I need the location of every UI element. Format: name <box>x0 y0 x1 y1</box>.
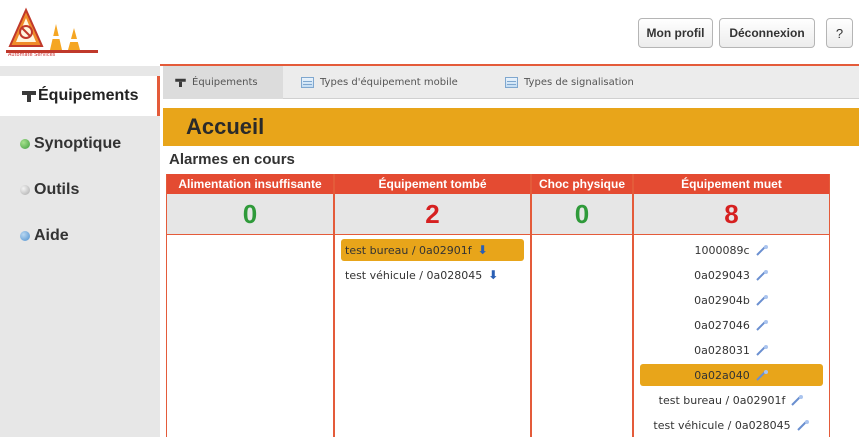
green-dot-icon <box>20 139 30 149</box>
column-header: Alimentation insuffisante <box>167 174 333 194</box>
alarms-heading: Alarmes en cours <box>169 151 295 168</box>
alarm-item-label: test bureau / 0a02901f <box>345 243 472 257</box>
alarm-item[interactable]: test bureau / 0a02901f ⬇ <box>341 239 524 261</box>
alarm-item-label: test véhicule / 0a028045 <box>345 268 483 282</box>
alarm-column-equipement-muet: Équipement muet 8 1000089c 0a029043 0a02… <box>633 174 830 437</box>
signal-muted-icon <box>755 245 768 256</box>
alarm-item-label: 0a02a040 <box>694 368 750 382</box>
signal-muted-icon <box>756 295 768 306</box>
top-bar: Automate Services Mon profil Déconnexion… <box>0 0 859 66</box>
sidebar-item-label: Équipements <box>38 87 139 104</box>
grey-dot-icon <box>20 185 30 195</box>
alarm-item-label: test bureau / 0a02901f <box>658 393 786 407</box>
alarm-column-alimentation: Alimentation insuffisante 0 <box>166 174 334 437</box>
alarm-item[interactable]: 0a02a040 <box>640 364 823 386</box>
page-title: Accueil <box>186 114 265 139</box>
sidebar-item-outils[interactable]: Outils <box>0 170 160 210</box>
tab-equipements[interactable]: Équipements <box>163 66 283 99</box>
tab-types-equipement-mobile[interactable]: Types d'équipement mobile <box>301 66 458 99</box>
signal-muted-icon <box>791 395 804 406</box>
alarm-item[interactable]: 0a027046 <box>640 314 823 336</box>
column-header: Équipement muet <box>634 174 829 194</box>
blue-dot-icon <box>20 231 30 241</box>
alarm-item[interactable]: 0a029043 <box>640 264 823 286</box>
alarm-item[interactable]: 0a02904b <box>640 289 823 311</box>
logout-button[interactable]: Déconnexion <box>719 18 815 48</box>
signal-muted-icon <box>756 270 768 281</box>
alarm-list <box>532 235 632 239</box>
tab-label: Types d'équipement mobile <box>320 77 458 88</box>
sidebar-item-label: Aide <box>34 227 69 244</box>
tools-icon <box>175 78 186 87</box>
alarm-count[interactable]: 8 <box>634 194 829 235</box>
column-header: Choc physique <box>532 174 632 194</box>
alarm-list: 1000089c 0a029043 0a02904b 0a027046 0a02… <box>634 235 829 436</box>
tab-bar: Équipements Types d'équipement mobile Ty… <box>163 66 859 99</box>
page-title-band: Accueil <box>163 108 859 146</box>
sidebar-item-label: Outils <box>34 181 80 198</box>
arrow-down-icon: ⬇ <box>477 243 488 257</box>
alarm-item[interactable]: test bureau / 0a02901f <box>640 389 823 411</box>
alarm-item-label: 0a027046 <box>694 318 750 332</box>
tab-label: Types de signalisation <box>524 77 634 88</box>
logo-icon[interactable] <box>6 6 98 58</box>
sidebar-item-aide[interactable]: Aide <box>0 216 160 256</box>
sidebar-item-equipements[interactable]: Équipements <box>0 76 160 116</box>
signal-muted-icon <box>756 370 768 381</box>
table-icon <box>301 77 314 88</box>
alarm-item[interactable]: test véhicule / 0a028045 <box>640 414 823 436</box>
alarm-item-label: 0a02904b <box>694 293 750 307</box>
table-icon <box>505 77 518 88</box>
sidebar-item-label: Synoptique <box>34 135 122 152</box>
signal-muted-icon <box>756 345 768 356</box>
profile-button[interactable]: Mon profil <box>638 18 713 48</box>
alarm-column-choc-physique: Choc physique 0 <box>531 174 633 437</box>
alarm-count[interactable]: 0 <box>167 194 333 235</box>
alarm-item[interactable]: 0a028031 <box>640 339 823 361</box>
alarms-table: Alimentation insuffisante 0 Équipement t… <box>166 174 830 437</box>
alarm-count[interactable]: 2 <box>335 194 530 235</box>
tab-types-signalisation[interactable]: Types de signalisation <box>505 66 634 99</box>
sidebar-item-synoptique[interactable]: Synoptique <box>0 124 160 164</box>
alarm-item[interactable]: test véhicule / 0a028045 ⬇ <box>341 264 524 286</box>
alarm-list: test bureau / 0a02901f ⬇ test véhicule /… <box>335 235 530 286</box>
alarm-item-label: 1000089c <box>694 243 750 257</box>
arrow-down-icon: ⬇ <box>488 268 499 282</box>
signal-muted-icon <box>756 320 768 331</box>
tab-label: Équipements <box>192 77 258 88</box>
sidebar: Équipements Synoptique Outils Aide <box>0 66 160 437</box>
column-header: Équipement tombé <box>335 174 530 194</box>
alarm-list <box>167 235 333 239</box>
alarm-item[interactable]: 1000089c <box>640 239 823 261</box>
alarm-item-label: test véhicule / 0a028045 <box>653 418 791 432</box>
tools-icon <box>22 91 36 102</box>
alarm-item-label: 0a028031 <box>694 343 750 357</box>
logo-caption: Automate Services <box>8 52 56 58</box>
alarm-item-label: 0a029043 <box>694 268 750 282</box>
help-button[interactable]: ? <box>826 18 853 48</box>
alarm-count[interactable]: 0 <box>532 194 632 235</box>
signal-muted-icon <box>796 420 809 431</box>
alarm-column-equipement-tombe: Équipement tombé 2 test bureau / 0a02901… <box>334 174 531 437</box>
